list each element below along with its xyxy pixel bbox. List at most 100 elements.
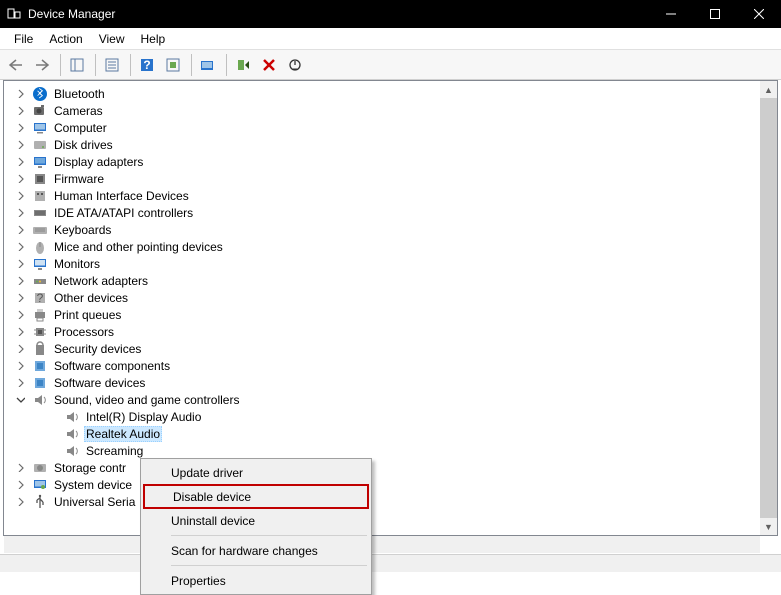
tree-node-label: IDE ATA/ATAPI controllers bbox=[52, 206, 195, 220]
chevron-right-icon[interactable] bbox=[14, 309, 26, 321]
context-menu-item[interactable]: Uninstall device bbox=[143, 509, 369, 532]
show-console-tree-button[interactable] bbox=[65, 53, 89, 77]
tree-node-category[interactable]: Display adapters bbox=[4, 153, 777, 170]
chevron-right-icon[interactable] bbox=[14, 479, 26, 491]
scan-hardware-button[interactable] bbox=[196, 53, 220, 77]
security-icon bbox=[32, 341, 48, 357]
tree-node-category[interactable]: Disk drives bbox=[4, 136, 777, 153]
close-button[interactable] bbox=[737, 0, 781, 28]
chevron-right-icon[interactable] bbox=[14, 360, 26, 372]
keyboard-icon bbox=[32, 222, 48, 238]
chevron-right-icon[interactable] bbox=[14, 139, 26, 151]
uninstall-button[interactable] bbox=[257, 53, 281, 77]
scroll-up-button[interactable]: ▲ bbox=[760, 81, 777, 98]
tree-node-category[interactable]: Computer bbox=[4, 119, 777, 136]
context-menu-item[interactable]: Update driver bbox=[143, 461, 369, 484]
tree-node-device[interactable]: Intel(R) Display Audio bbox=[4, 408, 777, 425]
maximize-button[interactable] bbox=[693, 0, 737, 28]
chevron-right-icon[interactable] bbox=[14, 207, 26, 219]
tree-node-device[interactable]: Realtek Audio bbox=[4, 425, 777, 442]
tree-node-category[interactable]: Processors bbox=[4, 323, 777, 340]
disable-device-button[interactable] bbox=[283, 53, 307, 77]
tree-node-label: Keyboards bbox=[52, 223, 113, 237]
chevron-right-icon[interactable] bbox=[14, 241, 26, 253]
context-menu-item[interactable]: Scan for hardware changes bbox=[143, 539, 369, 562]
menubar: File Action View Help bbox=[0, 28, 781, 50]
chevron-right-icon[interactable] bbox=[14, 326, 26, 338]
tree-node-category[interactable]: Software components bbox=[4, 357, 777, 374]
other-icon: ? bbox=[32, 290, 48, 306]
scroll-down-button[interactable]: ▼ bbox=[760, 518, 777, 535]
chevron-right-icon[interactable] bbox=[14, 190, 26, 202]
tree-node-label: Display adapters bbox=[52, 155, 145, 169]
context-menu-separator bbox=[171, 535, 367, 536]
tree-node-category[interactable]: Cameras bbox=[4, 102, 777, 119]
tree-node-category[interactable]: IDE ATA/ATAPI controllers bbox=[4, 204, 777, 221]
hid-icon bbox=[32, 188, 48, 204]
properties-button[interactable] bbox=[100, 53, 124, 77]
tree-node-label: System device bbox=[52, 478, 134, 492]
tree-node-label: Print queues bbox=[52, 308, 123, 322]
scroll-thumb[interactable] bbox=[760, 98, 777, 518]
vertical-scrollbar[interactable]: ▲ ▼ bbox=[760, 81, 777, 535]
tree-node-category[interactable]: Software devices bbox=[4, 374, 777, 391]
tree-node-category[interactable]: Security devices bbox=[4, 340, 777, 357]
chevron-right-icon[interactable] bbox=[14, 292, 26, 304]
toolbar-separator bbox=[226, 54, 227, 76]
chevron-right-icon[interactable] bbox=[14, 156, 26, 168]
chevron-down-icon[interactable] bbox=[14, 394, 26, 406]
window-title: Device Manager bbox=[28, 7, 649, 21]
tree-node-category[interactable]: Sound, video and game controllers bbox=[4, 391, 777, 408]
chevron-right-icon[interactable] bbox=[14, 343, 26, 355]
chevron-right-icon[interactable] bbox=[14, 496, 26, 508]
chevron-right-icon[interactable] bbox=[14, 173, 26, 185]
tree-node-label: Storage contr bbox=[52, 461, 128, 475]
tree-node-category[interactable]: Human Interface Devices bbox=[4, 187, 777, 204]
update-driver-button[interactable] bbox=[161, 53, 185, 77]
enable-device-button[interactable] bbox=[231, 53, 255, 77]
device-tree[interactable]: Bluetooth Cameras ComputerDisk drives Displ… bbox=[3, 80, 778, 536]
tree-node-category[interactable]: Bluetooth bbox=[4, 85, 777, 102]
context-menu-item[interactable]: Properties bbox=[143, 569, 369, 592]
tree-node-device[interactable]: Screaming bbox=[4, 442, 777, 459]
titlebar: Device Manager bbox=[0, 0, 781, 28]
tree-node-category[interactable]: Firmware bbox=[4, 170, 777, 187]
chevron-right-icon[interactable] bbox=[14, 462, 26, 474]
tree-node-label: Computer bbox=[52, 121, 109, 135]
context-menu-item[interactable]: Disable device bbox=[143, 484, 369, 509]
back-button[interactable] bbox=[4, 53, 28, 77]
toolbar-separator bbox=[95, 54, 96, 76]
menu-file[interactable]: File bbox=[6, 30, 41, 48]
chevron-right-icon[interactable] bbox=[14, 122, 26, 134]
help-button[interactable]: ? bbox=[135, 53, 159, 77]
menu-view[interactable]: View bbox=[91, 30, 133, 48]
tree-node-category[interactable]: System device bbox=[4, 476, 777, 493]
tree-node-category[interactable]: ?Other devices bbox=[4, 289, 777, 306]
tree-node-category[interactable]: Keyboards bbox=[4, 221, 777, 238]
tree-node-category[interactable]: Print queues bbox=[4, 306, 777, 323]
chevron-right-icon[interactable] bbox=[14, 224, 26, 236]
forward-button[interactable] bbox=[30, 53, 54, 77]
bluetooth-icon bbox=[32, 86, 48, 102]
sound-icon bbox=[32, 392, 48, 408]
tree-node-label: Cameras bbox=[52, 104, 105, 118]
chevron-right-icon[interactable] bbox=[14, 105, 26, 117]
chevron-right-icon[interactable] bbox=[14, 377, 26, 389]
minimize-button[interactable] bbox=[649, 0, 693, 28]
chevron-right-icon[interactable] bbox=[14, 275, 26, 287]
cpu-icon bbox=[32, 324, 48, 340]
tree-node-label: Universal Seria bbox=[52, 495, 137, 509]
menu-action[interactable]: Action bbox=[41, 30, 90, 48]
tree-node-label: Human Interface Devices bbox=[52, 189, 191, 203]
tree-node-category[interactable]: Monitors bbox=[4, 255, 777, 272]
tree-node-category[interactable]: Network adapters bbox=[4, 272, 777, 289]
chevron-right-icon[interactable] bbox=[14, 258, 26, 270]
menu-help[interactable]: Help bbox=[133, 30, 174, 48]
tree-node-category[interactable]: Mice and other pointing devices bbox=[4, 238, 777, 255]
tree-node-category[interactable]: Storage contr bbox=[4, 459, 777, 476]
horizontal-scrollbar[interactable] bbox=[4, 536, 760, 553]
chevron-right-icon[interactable] bbox=[14, 88, 26, 100]
tree-node-label: Bluetooth bbox=[52, 87, 107, 101]
tree-node-label: Realtek Audio bbox=[84, 426, 162, 442]
tree-node-category[interactable]: Universal Seria bbox=[4, 493, 777, 510]
